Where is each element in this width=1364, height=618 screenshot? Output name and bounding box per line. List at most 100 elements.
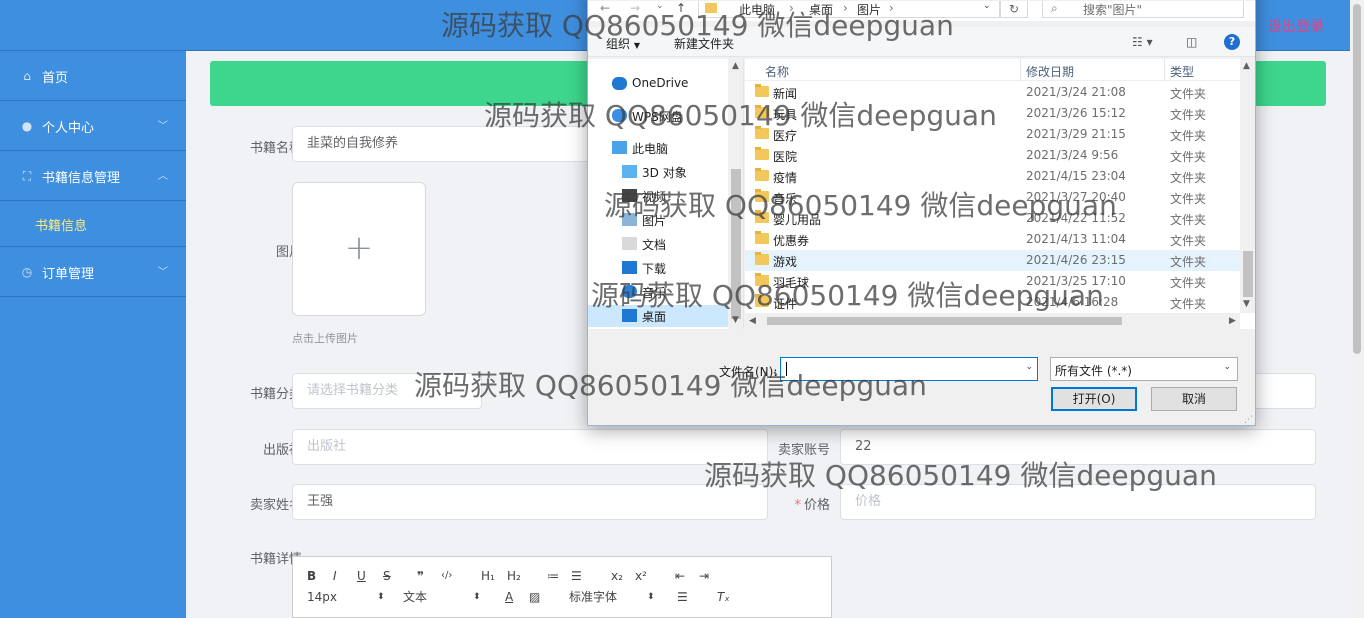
chevron-down-icon[interactable]: ⌄ [983, 1, 991, 11]
category-select[interactable]: 请选择书籍分类 [292, 373, 482, 409]
price-input[interactable]: 价格 [840, 484, 1316, 520]
scroll-down-icon[interactable]: ▼ [732, 315, 739, 325]
tree-item[interactable]: WPS网盘 [588, 105, 728, 127]
file-row[interactable]: 游戏 2021/4/26 23:15 文件夹 [745, 250, 1240, 271]
indent-button[interactable]: ⇥ [699, 566, 709, 586]
background-color-icon[interactable]: ▨ [529, 587, 540, 607]
italic-button[interactable]: I [333, 566, 337, 586]
organize-button[interactable]: 组织 ▼ [606, 35, 640, 52]
sidebar-subitem-book-info[interactable]: 书籍信息 [0, 201, 186, 247]
file-row[interactable]: 医疗 2021/3/29 21:15 文件夹 [745, 124, 1240, 145]
preview-pane-icon[interactable]: ◫ [1186, 35, 1197, 49]
sidebar-item-orders[interactable]: ◷ 订单管理 ﹀ [0, 247, 186, 297]
file-row[interactable]: 婴儿用品 2021/4/22 11:52 文件夹 [745, 208, 1240, 229]
back-arrow-icon[interactable]: ← [600, 1, 610, 15]
chevron-down-icon[interactable]: ⌄ [656, 1, 664, 11]
up-arrow-icon[interactable]: ↑ [676, 1, 686, 15]
image-uploader[interactable]: + [292, 182, 426, 316]
sidebar-item-book-management[interactable]: ⛶ 书籍信息管理 ︿ [0, 151, 186, 201]
user-icon: ● [21, 119, 33, 133]
tree-item[interactable]: 音乐 [588, 281, 728, 303]
clear-format-icon[interactable]: Tₓ [717, 587, 730, 607]
superscript-button[interactable]: x² [635, 566, 647, 586]
scroll-up-icon[interactable]: ▲ [1243, 61, 1250, 71]
font-family-select[interactable]: 标准字体 [569, 587, 617, 607]
chevron-down-icon: ⌄ [1223, 362, 1231, 372]
file-row[interactable]: 玩具 2021/3/26 15:12 文件夹 [745, 103, 1240, 124]
bold-button[interactable]: B [307, 566, 316, 586]
column-divider[interactable] [1020, 59, 1021, 81]
file-type-filter[interactable]: 所有文件 (*.*) ⌄ [1050, 357, 1238, 381]
h2-button[interactable]: H₂ [507, 566, 521, 586]
file-list-hscrollbar-thumb[interactable] [767, 317, 1122, 325]
forward-arrow-icon[interactable]: → [630, 1, 640, 15]
page-scrollbar[interactable] [1350, 0, 1364, 618]
column-name[interactable]: 名称 [765, 63, 789, 80]
view-options-icon[interactable]: ☷ ▾ [1132, 35, 1153, 49]
chevron-down-icon[interactable]: ⌄ [1025, 362, 1033, 372]
file-row[interactable]: 疫情 2021/4/15 23:04 文件夹 [745, 166, 1240, 187]
tree-item[interactable]: 文档 [588, 233, 728, 255]
address-bar[interactable]: 此电脑 › 桌面 › 图片 › ⌄ [698, 1, 1000, 18]
search-input[interactable]: ⌕ 搜索"图片" [1042, 1, 1244, 18]
refresh-icon: ↻ [1008, 2, 1020, 16]
sidebar-item-home[interactable]: ⌂ 首页 [0, 51, 186, 101]
bullet-list-button[interactable]: ☰ [571, 566, 582, 586]
underline-button[interactable]: U [357, 566, 366, 586]
filename-input[interactable]: ⌄ [780, 357, 1038, 381]
scroll-down-icon[interactable]: ▼ [1243, 299, 1250, 309]
seller-name-input[interactable]: 王强 [292, 484, 768, 520]
sidebar-item-profile[interactable]: ● 个人中心 ﹀ [0, 101, 186, 151]
column-date[interactable]: 修改日期 [1026, 63, 1074, 80]
h1-button[interactable]: H₁ [481, 566, 495, 586]
breadcrumb-item[interactable]: 此电脑 [739, 1, 775, 18]
tree-item[interactable]: 图片 [588, 209, 728, 231]
tree-item[interactable]: 众筹 [588, 59, 728, 63]
file-list-scrollbar-thumb[interactable] [1243, 251, 1253, 297]
tree-item[interactable]: 3D 对象 [588, 161, 728, 183]
refresh-button[interactable]: ↻ [1000, 1, 1028, 18]
tree-item[interactable]: 此电脑 [588, 137, 728, 159]
column-type[interactable]: 类型 [1170, 63, 1194, 80]
tree-item[interactable]: OneDrive [588, 73, 728, 95]
tree-item[interactable]: 视频 [588, 185, 728, 207]
file-list-hscrollbar[interactable]: ◀ ▶ [745, 313, 1240, 329]
ordered-list-button[interactable]: ≔ [547, 566, 559, 586]
file-row[interactable]: 医院 2021/3/24 9:56 文件夹 [745, 145, 1240, 166]
page-scrollbar-thumb[interactable] [1353, 4, 1361, 354]
align-icon[interactable]: ☰ [677, 587, 688, 607]
font-size-select[interactable]: 14px [307, 587, 337, 607]
column-divider[interactable] [1164, 59, 1165, 81]
scroll-left-icon[interactable]: ◀ [749, 316, 756, 326]
publisher-input[interactable]: 出版社 [292, 429, 768, 465]
tree-item-selected[interactable]: 桌面 [588, 305, 728, 327]
new-folder-button[interactable]: 新建文件夹 [674, 35, 734, 52]
quote-button[interactable]: ❞ [417, 566, 424, 586]
file-row[interactable]: 新闻 2021/3/24 21:08 文件夹 [745, 82, 1240, 103]
font-color-icon[interactable]: A [505, 587, 513, 607]
cancel-button[interactable]: 取消 [1151, 387, 1237, 411]
logout-link[interactable]: 退出登录 [1268, 16, 1324, 36]
rich-text-editor[interactable]: B I U S ❞ ‹/› H₁ H₂ ≔ ☰ x₂ x² ⇤ ⇥ 14px ⬍… [292, 556, 832, 618]
help-icon[interactable]: ? [1224, 34, 1240, 50]
text-type-select[interactable]: 文本 [403, 587, 427, 607]
resize-grip-icon[interactable]: ⋰ [1244, 415, 1253, 425]
tree-item[interactable]: 下载 [588, 257, 728, 279]
file-row[interactable]: 羽毛球 2021/3/25 17:10 文件夹 [745, 271, 1240, 292]
subscript-button[interactable]: x₂ [611, 566, 623, 586]
breadcrumb-item[interactable]: 图片 [857, 1, 881, 18]
file-row[interactable]: 证件 2021/4/6 16:28 文件夹 [745, 292, 1240, 313]
seller-account-input[interactable]: 22 [840, 429, 1316, 465]
file-list-scrollbar[interactable]: ▲ ▼ [1240, 59, 1255, 313]
file-row[interactable]: 音乐 2021/3/27 20:40 文件夹 [745, 187, 1240, 208]
breadcrumb-item[interactable]: 桌面 [809, 1, 833, 18]
scroll-up-icon[interactable]: ▲ [732, 61, 739, 71]
file-row[interactable]: 优惠券 2021/4/13 11:04 文件夹 [745, 229, 1240, 250]
strike-button[interactable]: S [383, 566, 391, 586]
tree-scrollbar-thumb[interactable] [731, 169, 741, 319]
code-button[interactable]: ‹/› [441, 566, 452, 586]
scroll-right-icon[interactable]: ▶ [1229, 316, 1236, 326]
open-button[interactable]: 打开(O) [1051, 387, 1137, 411]
tree-scrollbar[interactable]: ▲ ▼ [728, 59, 743, 329]
outdent-button[interactable]: ⇤ [675, 566, 685, 586]
